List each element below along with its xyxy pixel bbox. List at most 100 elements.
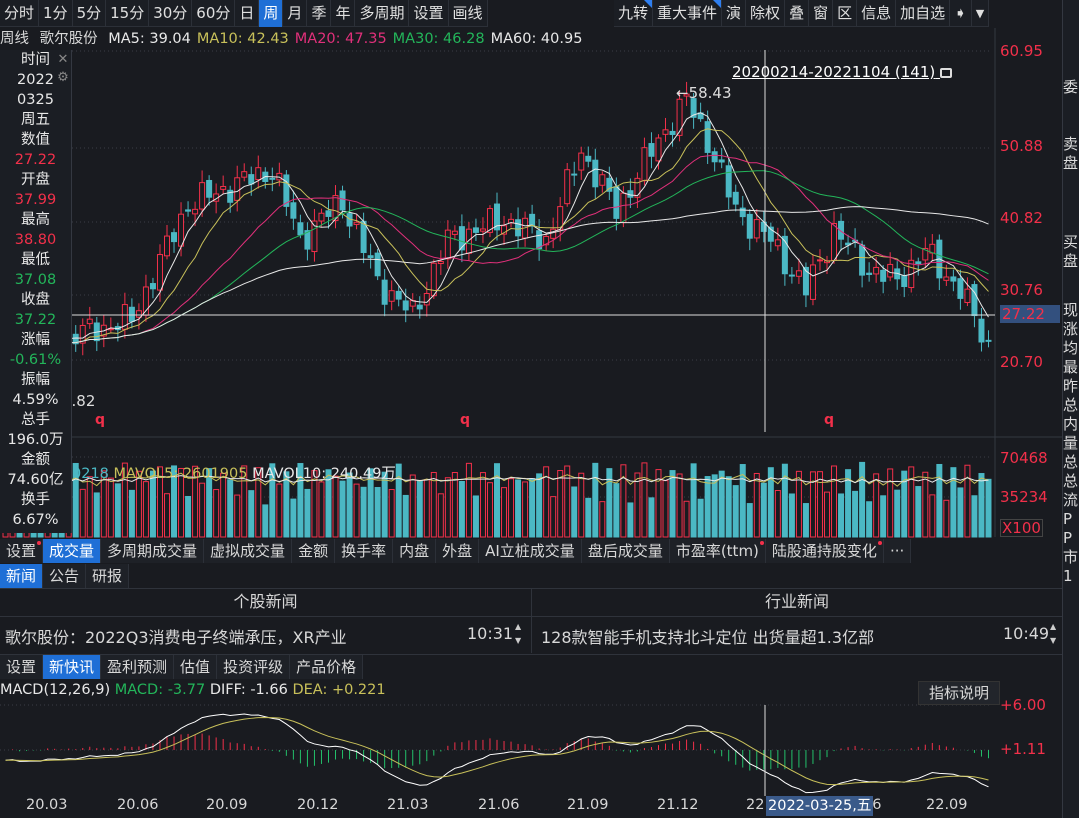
- tab[interactable]: 研报: [86, 564, 130, 588]
- quote-label: 买: [1063, 233, 1079, 251]
- volume-bar: [838, 493, 845, 538]
- notification-dot: [37, 541, 42, 545]
- notification-dot: [877, 541, 882, 545]
- vol-value: 0218: [72, 466, 109, 482]
- tab[interactable]: 盘后成交量: [581, 539, 670, 563]
- stock-news-item[interactable]: 歌尔股份：2022Q3消费电子终端承压，XR产业: [5, 624, 390, 648]
- tab[interactable]: 设置: [0, 539, 44, 563]
- volume-bar: [374, 487, 381, 538]
- volume-bar: [669, 470, 676, 538]
- tab[interactable]: 成交量: [43, 539, 102, 563]
- tab-label: 外盘: [442, 542, 473, 560]
- tab[interactable]: 投资评级: [217, 655, 291, 679]
- candle-down: [732, 191, 739, 205]
- range-label[interactable]: 20200214-20221104 (141): [732, 63, 952, 81]
- candle-down: [297, 222, 304, 236]
- volume-bar: [718, 470, 725, 538]
- macd-value: MACD: -3.77: [114, 682, 206, 698]
- volume-bar: [929, 494, 936, 538]
- volume-bar: [704, 476, 711, 538]
- tab-label: 新快讯: [49, 658, 95, 676]
- candle-down: [367, 255, 374, 259]
- info-row: 涨幅: [21, 332, 50, 348]
- candle-up: [676, 98, 683, 136]
- tab[interactable]: 公告: [43, 564, 87, 588]
- time-axis-label: 20.12: [297, 797, 339, 813]
- tab-label: 设置: [6, 658, 37, 676]
- gear-icon[interactable]: ⚙: [55, 70, 71, 86]
- candle-down: [171, 232, 178, 243]
- tab[interactable]: 虚拟成交量: [204, 539, 293, 563]
- quote-label: 涨: [1063, 320, 1079, 338]
- tab[interactable]: 陆股通持股变化: [765, 539, 884, 563]
- volume-bar: [971, 495, 978, 538]
- candle-up: [887, 263, 894, 278]
- tab[interactable]: 设置: [0, 655, 44, 679]
- volume-bar: [536, 473, 543, 538]
- candle-up: [753, 219, 760, 239]
- industry-news-item[interactable]: 128款智能手机支持北斗定位 出货量超1.3亿部: [541, 624, 874, 648]
- scroll-arrows[interactable]: ▲ ▼: [1050, 620, 1062, 650]
- candle-down: [901, 275, 908, 288]
- candle-down: [711, 151, 718, 163]
- time-axis-label: 21.09: [567, 797, 609, 813]
- candle-down: [416, 304, 423, 310]
- macd-axis-label: +1.11: [1000, 740, 1046, 758]
- tab[interactable]: 盈利预测: [101, 655, 175, 679]
- range-text: 20200214-20221104 (141): [732, 63, 936, 81]
- tab[interactable]: 内盘: [393, 539, 437, 563]
- quote-label: 委: [1063, 78, 1079, 96]
- candle-up: [620, 192, 627, 224]
- candle-up: [178, 213, 185, 247]
- info-row: 37.22: [14, 312, 57, 328]
- tab[interactable]: 换手率: [335, 539, 394, 563]
- event-marker[interactable]: q: [824, 412, 834, 428]
- tab[interactable]: 多周期成交量: [101, 539, 205, 563]
- volume-bar: [262, 504, 269, 538]
- candle-up: [564, 169, 571, 205]
- tab[interactable]: 市盈率(ttm): [669, 539, 766, 563]
- volume-bar: [592, 462, 599, 538]
- quote-label: 总: [1063, 453, 1079, 471]
- tab[interactable]: 外盘: [436, 539, 480, 563]
- info-row: -0.61%: [9, 352, 62, 368]
- tab[interactable]: 产品价格: [290, 655, 364, 679]
- notification-dot: [759, 541, 764, 545]
- volume-bar: [479, 472, 486, 538]
- event-marker[interactable]: q: [460, 412, 470, 428]
- candle-down: [971, 284, 978, 317]
- volume-bar: [339, 480, 346, 538]
- tab[interactable]: 金额: [292, 539, 336, 563]
- tab[interactable]: 新闻: [0, 564, 44, 588]
- volume-bar: [613, 483, 620, 538]
- tab[interactable]: 估值: [174, 655, 218, 679]
- candle-down: [725, 165, 732, 198]
- volume-bar: [423, 479, 430, 538]
- candle-up: [831, 222, 838, 261]
- candle-down: [788, 274, 795, 277]
- close-icon[interactable]: ✕: [55, 52, 71, 68]
- candle-up: [809, 264, 816, 300]
- price-axis-label: 20.70: [1000, 353, 1043, 371]
- tab-label: 投资评级: [223, 658, 284, 676]
- high-value: 58.43: [688, 84, 732, 102]
- more-button[interactable]: ···: [883, 539, 912, 563]
- lock-icon[interactable]: [940, 68, 952, 78]
- tab[interactable]: AI立桩成交量: [479, 539, 582, 563]
- candle-down: [381, 279, 388, 305]
- info-row: 4.59%: [12, 392, 59, 408]
- scroll-arrows[interactable]: ▲ ▼: [515, 620, 527, 650]
- event-marker[interactable]: q: [95, 412, 105, 428]
- quote-label: 均: [1063, 339, 1079, 357]
- volume-bar: [957, 487, 964, 538]
- tab-label: 公告: [49, 567, 80, 585]
- indicator-help-button[interactable]: 指标说明: [918, 681, 1000, 705]
- volume-bar: [557, 470, 564, 538]
- candle-down: [206, 179, 213, 198]
- volume-bar: [985, 478, 992, 538]
- volume-bar: [802, 503, 809, 538]
- time-axis-label: 20.03: [26, 797, 68, 813]
- candle-down: [746, 213, 753, 239]
- candle-down: [269, 177, 276, 180]
- tab[interactable]: 新快讯: [43, 655, 102, 679]
